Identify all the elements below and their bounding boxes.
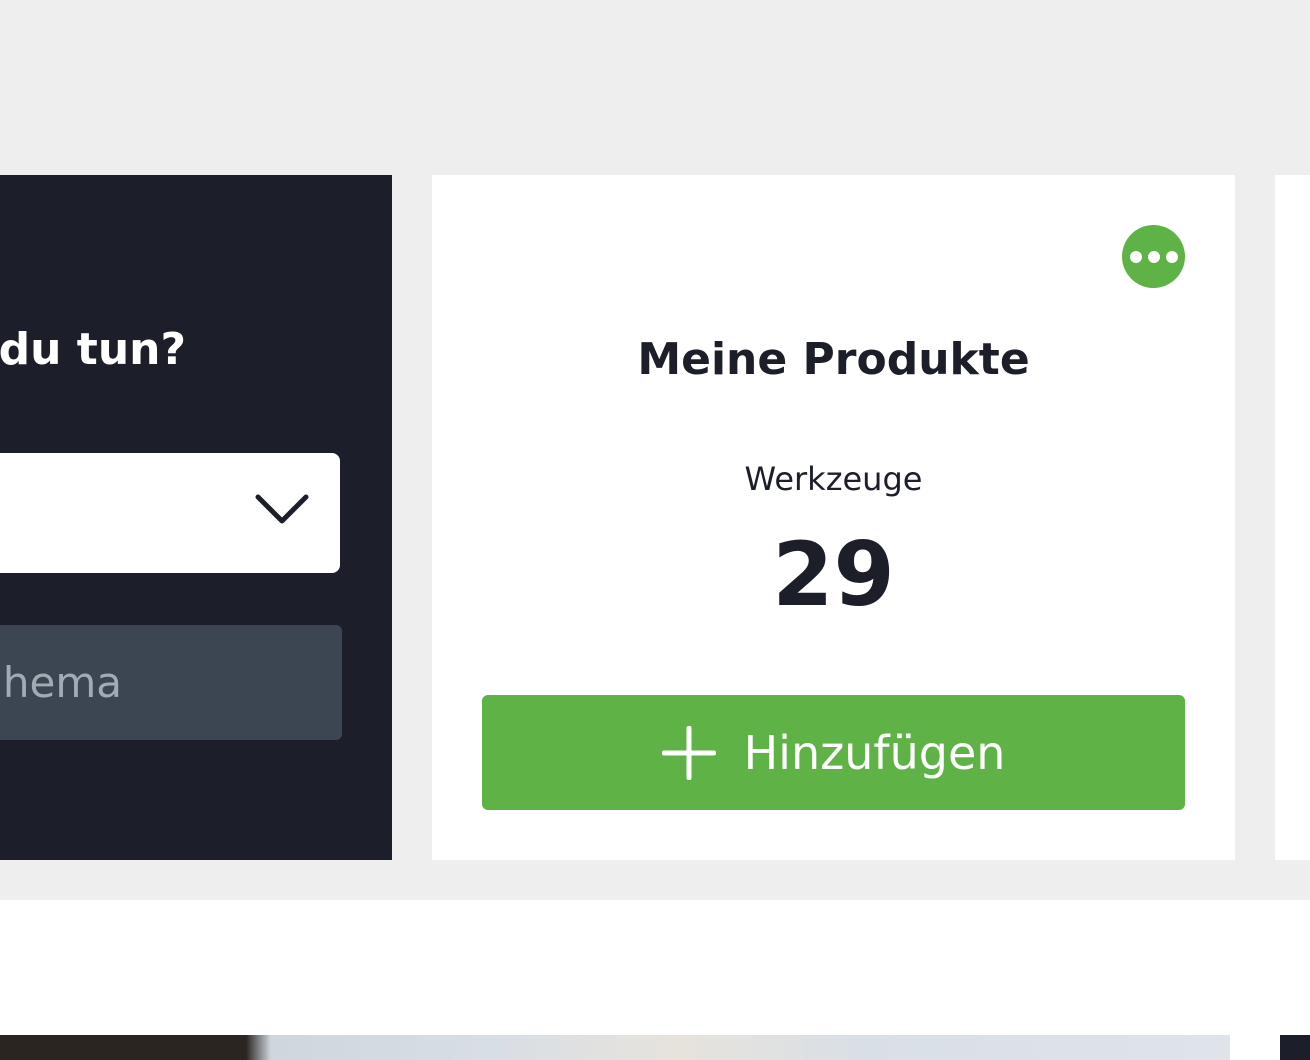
add-button[interactable]: Hinzufügen <box>482 695 1185 810</box>
add-button-label: Hinzufügen <box>743 725 1006 780</box>
teaser-image[interactable] <box>0 1035 1230 1060</box>
question-card: du tun? <box>0 175 392 860</box>
more-dots-icon <box>1129 250 1178 263</box>
stat-label: Werkzeuge <box>744 460 923 498</box>
my-products-card: Meine Produkte Werkzeuge 29 Hinzufügen <box>432 175 1235 860</box>
topic-search-input[interactable] <box>0 625 342 740</box>
topic-select[interactable] <box>0 453 340 573</box>
question-title: du tun? <box>0 324 186 375</box>
card-title: Meine Produkte <box>637 334 1030 385</box>
topic-search <box>0 625 342 740</box>
next-card <box>1275 175 1310 860</box>
more-options-button[interactable] <box>1122 225 1185 288</box>
teaser-image-next[interactable] <box>1280 1035 1310 1060</box>
plus-icon <box>661 725 716 780</box>
chevron-down-icon <box>255 494 309 524</box>
stat-value: 29 <box>772 523 895 626</box>
